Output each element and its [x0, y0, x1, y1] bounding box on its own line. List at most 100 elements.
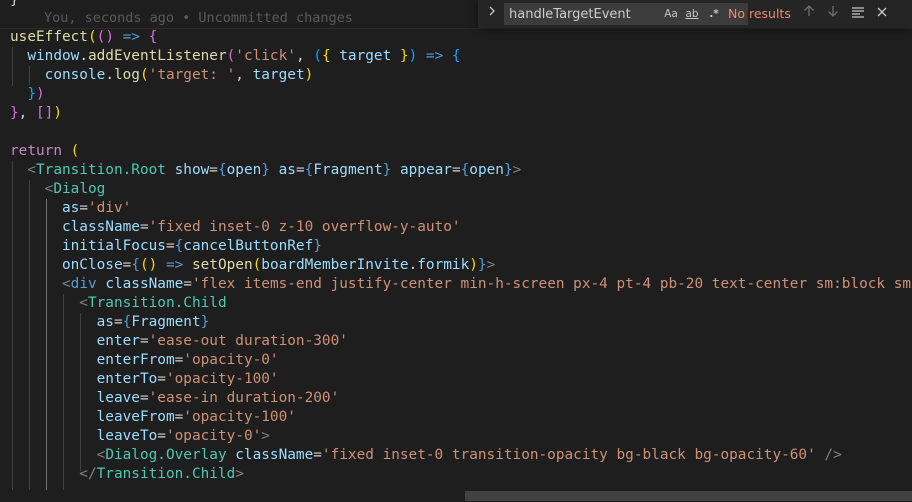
- horizontal-scrollbar-thumb[interactable]: [465, 491, 912, 501]
- top-fragment: }: [10, 0, 19, 8]
- code-token: }: [261, 162, 270, 178]
- code-token: {: [131, 257, 140, 273]
- code-line: <Transition.Child: [10, 294, 227, 313]
- code-token: (: [61, 143, 80, 159]
- code-token: ): [36, 86, 45, 102]
- code-token: className: [96, 276, 184, 292]
- code-token: 'opacity-100': [165, 371, 279, 387]
- code-token: ,: [18, 105, 36, 121]
- code-token: Transition.Child: [87, 295, 227, 311]
- code-token: <: [10, 276, 71, 292]
- code-line: </Transition.Child>: [10, 465, 244, 484]
- code-editor[interactable]: } You, seconds ago • Uncommitted changes…: [0, 0, 912, 502]
- code-token: return: [10, 143, 62, 159]
- code-token: }: [10, 86, 36, 102]
- code-token: =>: [113, 29, 149, 45]
- code-token: {: [148, 29, 158, 45]
- code-line: }, []): [10, 104, 62, 123]
- code-line: as='div': [10, 199, 131, 218]
- code-token: useEffect: [10, 29, 88, 45]
- code-token: Transition.Root: [36, 162, 166, 178]
- code-token: 'fixed inset-0 transition-opacity bg-bla…: [321, 447, 816, 463]
- close-find-button[interactable]: [872, 4, 892, 24]
- code-token: Fragment: [313, 162, 383, 178]
- code-token: show: [165, 162, 210, 178]
- code-line: initialFocus={cancelButtonRef}: [10, 237, 322, 256]
- code-token: leave: [10, 390, 140, 406]
- code-token: target: [252, 67, 305, 83]
- code-line: <Transition.Root show={open} as={Fragmen…: [10, 161, 521, 180]
- code-token: =: [295, 162, 305, 178]
- code-token: =: [79, 200, 88, 216]
- code-token: =: [157, 428, 166, 444]
- code-token: }: [399, 48, 409, 64]
- code-line: <Dialog: [10, 180, 106, 199]
- code-token: Dialog: [53, 181, 106, 197]
- find-input[interactable]: [505, 4, 659, 24]
- whole-word-toggle[interactable]: ab: [684, 6, 700, 22]
- code-token: =: [139, 390, 149, 406]
- code-token: (: [226, 48, 236, 64]
- code-token: []: [36, 105, 54, 121]
- code-token: (: [313, 48, 322, 64]
- code-line: enterTo='opacity-100': [10, 370, 279, 389]
- code-token: .: [79, 48, 88, 64]
- code-line: leave='ease-in duration-200': [10, 389, 340, 408]
- code-token: >: [235, 466, 244, 482]
- code-token: }: [200, 314, 210, 330]
- code-line: enter='ease-out duration-300': [10, 332, 348, 351]
- code-token: Fragment: [131, 314, 201, 330]
- code-token: enter: [10, 333, 140, 349]
- code-token: ,: [235, 67, 253, 83]
- code-token: </: [10, 466, 97, 482]
- code-token: className: [226, 447, 314, 463]
- code-token: =: [209, 162, 218, 178]
- code-token: />: [815, 447, 842, 463]
- code-line: leaveFrom='opacity-100': [10, 408, 296, 427]
- code-token: (): [139, 257, 158, 273]
- regex-toggle[interactable]: .*: [706, 6, 722, 22]
- code-token: ): [53, 105, 62, 121]
- code-token: Dialog.Overlay: [105, 447, 227, 463]
- previous-match-button[interactable]: [799, 4, 819, 24]
- code-token: enterTo: [10, 371, 158, 387]
- code-token: =: [113, 314, 123, 330]
- code-token: }: [10, 105, 19, 121]
- code-token: as: [10, 200, 80, 216]
- code-token: }: [382, 162, 392, 178]
- code-line: useEffect(() => {: [10, 28, 157, 47]
- code-token: =: [174, 352, 184, 368]
- code-token: onClose: [10, 257, 123, 273]
- code-token: =: [451, 162, 461, 178]
- find-widget: Aa ab .* No results: [478, 0, 912, 28]
- code-token: =: [183, 276, 192, 292]
- code-token: 'ease-in duration-200': [148, 390, 340, 406]
- next-match-button[interactable]: [823, 4, 843, 24]
- match-case-toggle[interactable]: Aa: [663, 6, 679, 22]
- code-token: =>: [157, 257, 192, 273]
- code-token: {: [304, 162, 314, 178]
- chevron-right-icon[interactable]: [484, 5, 500, 23]
- code-token: cancelButtonRef: [183, 238, 314, 254]
- code-token: target: [330, 48, 400, 64]
- code-token: =: [122, 257, 132, 273]
- code-token: .: [408, 257, 418, 273]
- code-token: =: [139, 333, 149, 349]
- code-token: {: [217, 162, 227, 178]
- code-token: >: [486, 257, 496, 273]
- top-fragment-line: }: [10, 0, 19, 10]
- find-in-selection-button[interactable]: [848, 4, 868, 24]
- code-token: (: [139, 67, 149, 83]
- code-token: boardMemberInvite: [261, 257, 409, 273]
- code-token: {: [122, 314, 132, 330]
- code-token: 'opacity-100': [183, 409, 296, 425]
- code-token: appear: [391, 162, 452, 178]
- code-token: formik: [417, 257, 470, 273]
- code-line: <div className='flex items-end justify-c…: [10, 275, 912, 294]
- code-token: enterFrom: [10, 352, 175, 368]
- code-token: =: [174, 409, 184, 425]
- code-token: setOpen: [191, 257, 253, 273]
- code-token: ): [408, 48, 418, 64]
- code-token: addEventListener: [87, 48, 227, 64]
- code-token: =: [139, 219, 149, 235]
